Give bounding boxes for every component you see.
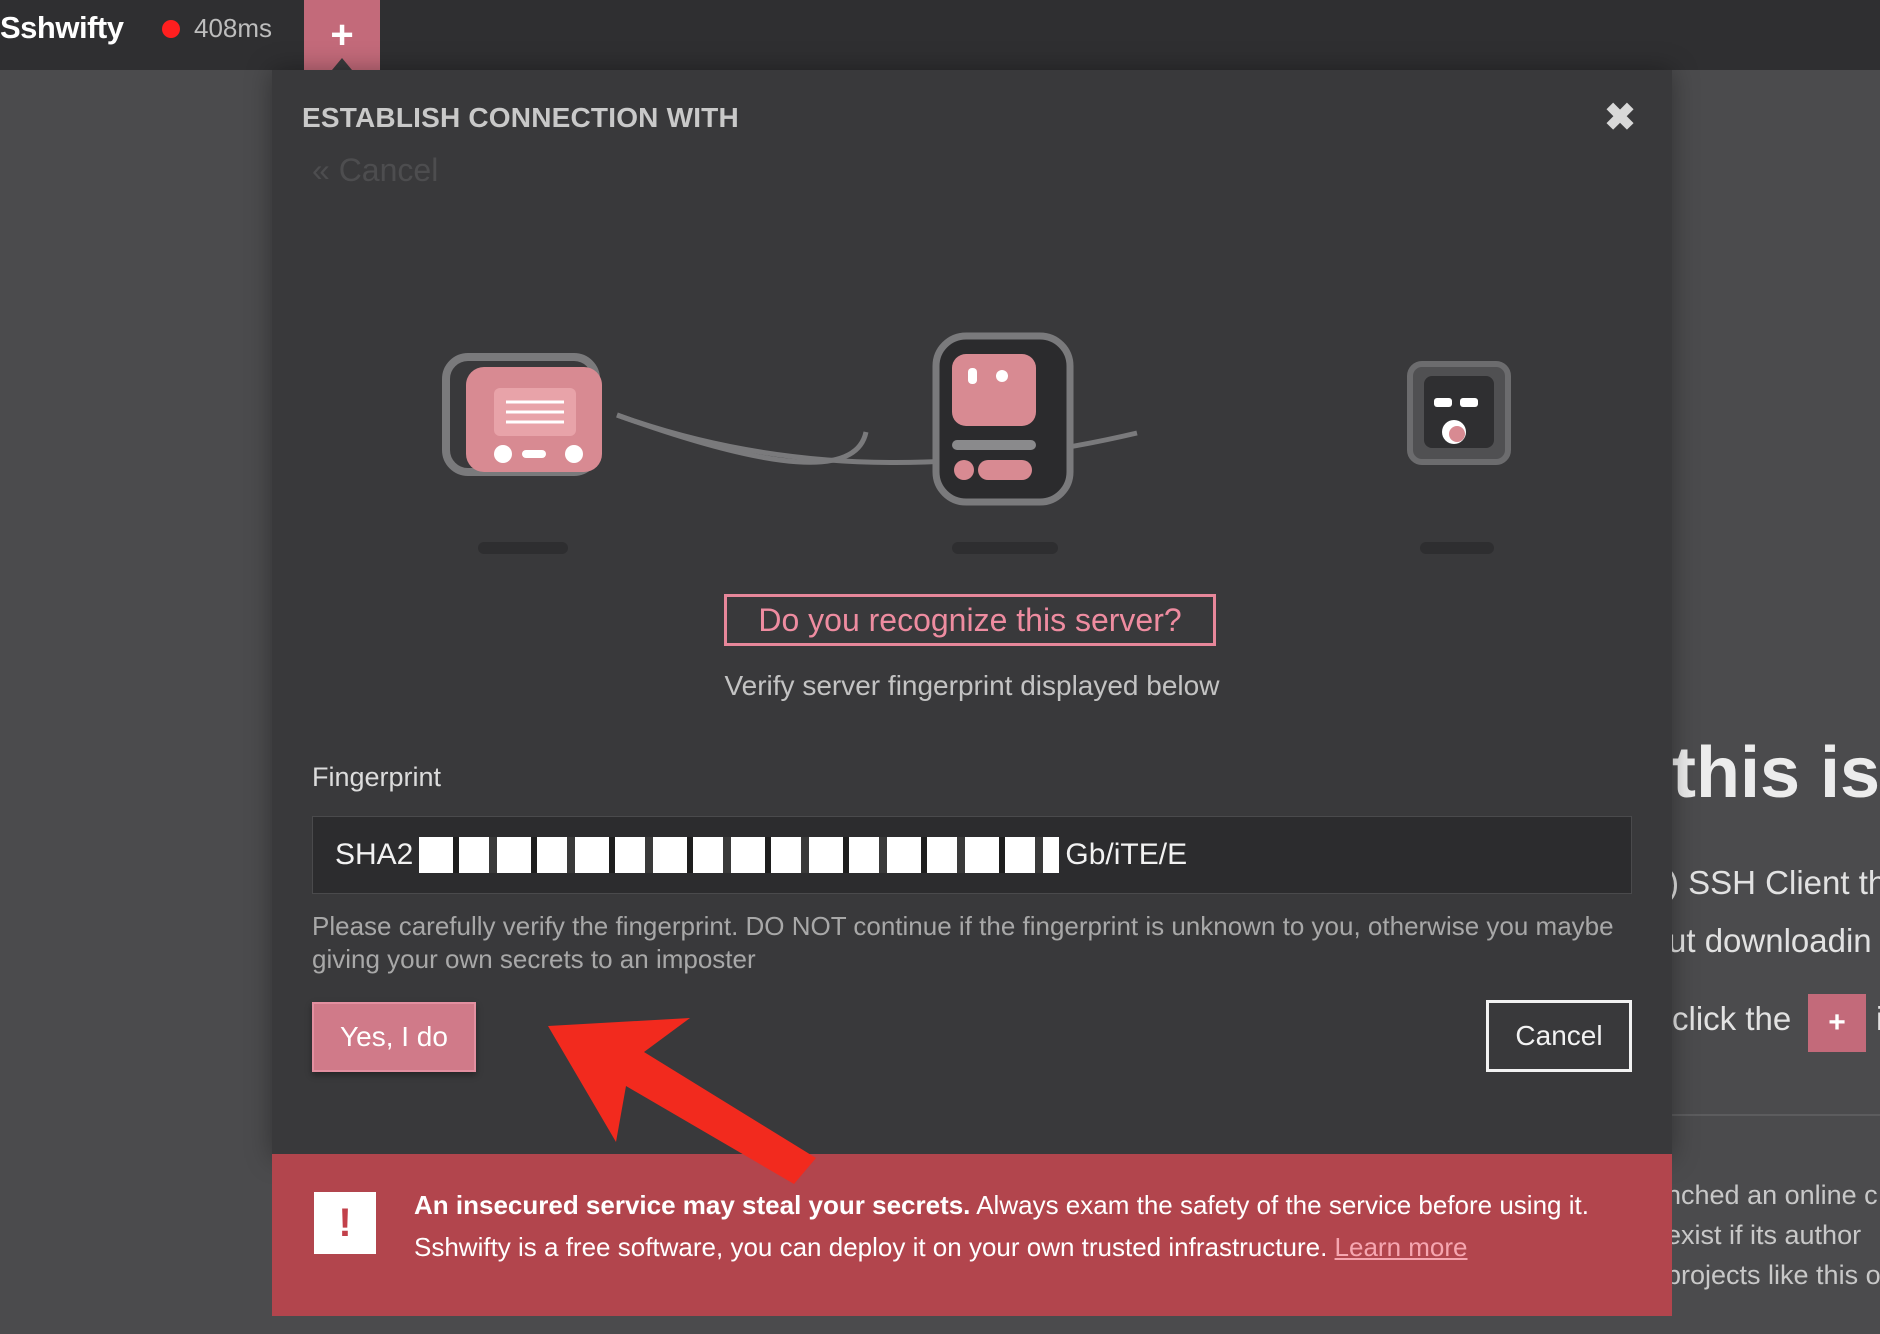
close-icon[interactable]: ✖ bbox=[1600, 98, 1640, 138]
warning-icon: ! bbox=[314, 1192, 376, 1254]
background-text-line: i bbox=[1876, 1000, 1880, 1037]
target-device-icon bbox=[1407, 361, 1511, 554]
background-heading: this is bbox=[1672, 733, 1880, 813]
fingerprint-suffix: Gb/iTE/E bbox=[1065, 838, 1188, 871]
background-text-line: click the bbox=[1672, 1000, 1791, 1038]
latency-indicator[interactable]: 408ms bbox=[194, 13, 272, 44]
confirm-button[interactable]: Yes, I do bbox=[312, 1002, 476, 1072]
fingerprint-warning: Please carefully verify the fingerprint.… bbox=[312, 911, 1614, 974]
redacted-fingerprint bbox=[419, 837, 1060, 873]
fingerprint-label: Fingerprint bbox=[312, 762, 442, 792]
connection-illustration bbox=[442, 332, 1511, 554]
back-cancel-link[interactable]: « Cancel bbox=[312, 152, 438, 189]
banner-bold-text: An insecured service may steal your secr… bbox=[414, 1190, 971, 1220]
recognize-server-prompt: Do you recognize this server? bbox=[724, 594, 1216, 646]
client-device-icon bbox=[442, 353, 602, 554]
dialog-title: ESTABLISH CONNECTION WITH bbox=[302, 102, 739, 133]
cancel-button[interactable]: Cancel bbox=[1486, 1000, 1632, 1072]
annotation-arrow-icon bbox=[548, 1018, 816, 1184]
fingerprint-prefix: SHA2 bbox=[335, 838, 414, 871]
connection-line bbox=[616, 412, 869, 465]
background-footer-line: projects like this o bbox=[1672, 1260, 1880, 1290]
server-device-icon bbox=[932, 332, 1074, 554]
background-footer-line: exist if its author bbox=[1672, 1220, 1862, 1250]
security-warning-banner: ! An insecured service may steal your se… bbox=[272, 1154, 1672, 1316]
background-plus-button[interactable]: + bbox=[1808, 994, 1866, 1052]
fingerprint-field[interactable]: SHA2 Gb/iTE/E bbox=[312, 816, 1632, 894]
top-bar: Sshwifty 408ms + bbox=[0, 0, 1880, 70]
app-brand[interactable]: Sshwifty bbox=[0, 10, 124, 46]
divider bbox=[1672, 1114, 1880, 1116]
background-text-line: ut downloadin bbox=[1672, 922, 1872, 959]
background-text-line: ) SSH Client th bbox=[1672, 864, 1880, 901]
background-page: this is ) SSH Client th ut downloadin cl… bbox=[1672, 70, 1880, 1334]
learn-more-link[interactable]: Learn more bbox=[1335, 1232, 1468, 1262]
banner-message: An insecured service may steal your secr… bbox=[414, 1184, 1644, 1268]
connection-dialog: ESTABLISH CONNECTION WITH ✖ « Cancel Do … bbox=[272, 70, 1672, 1158]
background-text-line-label: click the bbox=[1672, 1000, 1792, 1037]
new-connection-button[interactable]: + bbox=[304, 0, 380, 70]
connection-status-icon bbox=[162, 20, 180, 38]
verify-instruction: Verify server fingerprint displayed belo… bbox=[724, 670, 1220, 701]
background-footer-line: nched an online c bbox=[1672, 1180, 1878, 1210]
